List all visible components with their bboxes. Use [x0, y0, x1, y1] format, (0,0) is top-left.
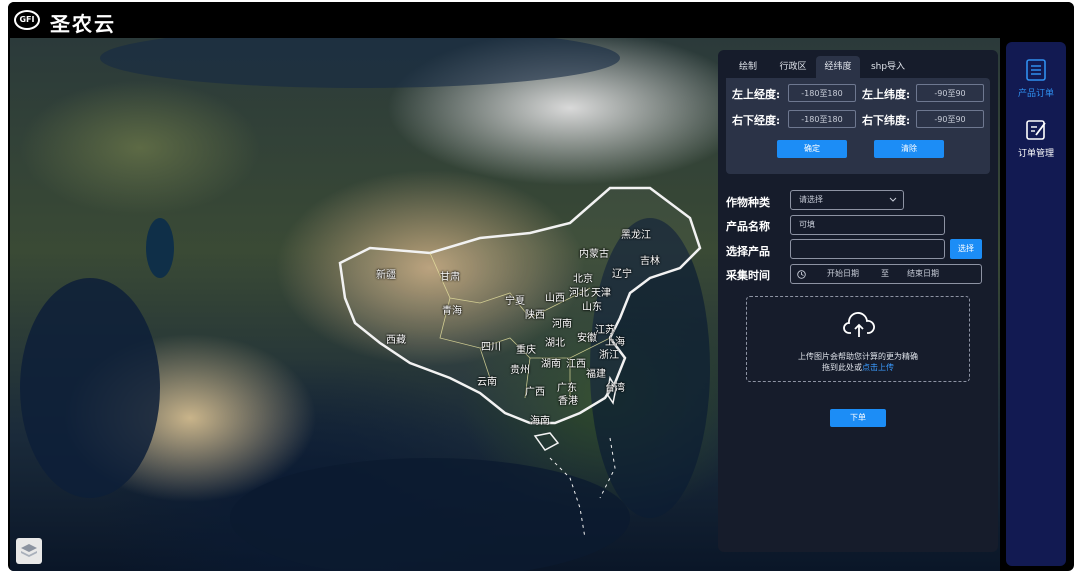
select-product-input[interactable]: [790, 239, 945, 259]
sidebar-item-order-management[interactable]: 订单管理: [1006, 118, 1066, 159]
end-date-input[interactable]: 结束日期: [907, 265, 939, 283]
tab-shp-import[interactable]: shp导入: [860, 56, 916, 78]
province-label: 天津: [591, 288, 611, 299]
brand-logo: GFI: [14, 10, 40, 30]
province-label: 福建: [586, 369, 606, 380]
bottom-right-lat-input[interactable]: -90至90: [916, 110, 984, 128]
province-label: 甘肃: [440, 272, 460, 283]
province-label: 湖南: [541, 359, 561, 370]
province-label: 山西: [545, 293, 565, 304]
start-date-input[interactable]: 开始日期: [827, 265, 859, 283]
province-label: 安徽: [577, 333, 597, 344]
province-label: 广西: [525, 387, 545, 398]
layers-button[interactable]: [16, 538, 42, 564]
province-label: 台湾: [605, 383, 625, 394]
collect-time-label: 采集时间: [726, 269, 770, 282]
province-label: 浙江: [599, 350, 619, 361]
province-label: 黑龙江: [621, 230, 651, 241]
crop-type-label: 作物种类: [726, 196, 770, 209]
document-list-icon: [1026, 59, 1046, 81]
submit-order-button[interactable]: 下单: [830, 409, 886, 427]
select-product-label: 选择产品: [726, 245, 770, 258]
province-label: 河南: [552, 319, 572, 330]
upload-dropzone[interactable]: 上传图片会帮助您计算的更为精确 拖到此处或点击上传: [746, 296, 970, 382]
edit-note-icon: [1026, 120, 1046, 140]
date-separator: 至: [881, 269, 889, 278]
satellite-map[interactable]: 黑龙江 吉林 辽宁 内蒙古 北京 河北 天津 山西 山东 新疆 甘肃 宁夏 青海…: [10, 38, 1000, 571]
date-range-picker[interactable]: 开始日期 至 结束日期: [790, 264, 982, 284]
province-label: 湖北: [545, 338, 565, 349]
bottom-right-lng-input[interactable]: -180至180: [788, 110, 856, 128]
product-name-input[interactable]: 可填: [790, 215, 945, 235]
tab-admin-region[interactable]: 行政区: [770, 56, 816, 78]
province-label: 海南: [530, 416, 550, 427]
clear-button[interactable]: 清除: [874, 140, 944, 158]
province-label: 四川: [481, 342, 501, 353]
province-label: 河北: [569, 288, 589, 299]
province-label: 新疆: [376, 270, 396, 281]
province-label: 陕西: [525, 310, 545, 321]
layers-icon: [21, 544, 37, 557]
product-name-placeholder: 可填: [799, 220, 815, 229]
confirm-button[interactable]: 确定: [777, 140, 847, 158]
tab-lnglat[interactable]: 经纬度: [816, 56, 860, 78]
crop-type-select[interactable]: 请选择: [790, 190, 904, 210]
province-label: 山东: [582, 302, 602, 313]
province-label: 西藏: [386, 335, 406, 346]
crop-type-value: 请选择: [799, 195, 823, 204]
province-label: 青海: [442, 306, 462, 317]
province-label: 宁夏: [505, 296, 525, 307]
province-label: 贵州: [510, 365, 530, 376]
upload-hint-line2: 拖到此处或点击上传: [747, 362, 969, 373]
top-left-lat-label: 左上纬度:: [862, 88, 911, 101]
tab-draw[interactable]: 绘制: [726, 56, 770, 78]
upload-hint: 上传图片会帮助您计算的更为精确: [798, 352, 918, 361]
cloud-upload-icon: [843, 312, 875, 337]
upload-hint-prefix: 拖到此处或: [822, 363, 862, 372]
right-sidebar: 产品订单 订单管理: [1006, 42, 1066, 566]
top-left-lng-input[interactable]: -180至180: [788, 84, 856, 102]
sidebar-item-label: 产品订单: [1017, 89, 1054, 99]
order-panel: 绘制 行政区 经纬度 shp导入 左上经度: -180至180 左上纬度: -9…: [718, 50, 998, 552]
clock-icon: [797, 270, 806, 279]
product-name-label: 产品名称: [726, 220, 770, 233]
province-label: 江西: [566, 359, 586, 370]
sidebar-item-product-order[interactable]: 产品订单: [1006, 58, 1066, 99]
province-label: 重庆: [516, 345, 536, 356]
province-label: 内蒙古: [579, 249, 609, 260]
province-label: 北京: [573, 274, 593, 285]
sidebar-item-label: 订单管理: [1017, 149, 1054, 159]
top-left-lat-input[interactable]: -90至90: [916, 84, 984, 102]
click-upload-link[interactable]: 点击上传: [862, 363, 894, 372]
province-label: 云南: [477, 377, 497, 388]
province-label: 香港: [558, 396, 578, 407]
top-left-lng-label: 左上经度:: [732, 88, 781, 101]
chevron-down-icon: [889, 197, 897, 202]
bottom-right-lng-label: 右下经度:: [732, 114, 781, 127]
province-label: 辽宁: [612, 269, 632, 280]
coordinate-form: 左上经度: -180至180 左上纬度: -90至90 右下经度: -180至1…: [726, 78, 990, 174]
select-product-button[interactable]: 选择: [950, 239, 982, 259]
province-label: 吉林: [640, 256, 660, 267]
bottom-right-lat-label: 右下纬度:: [862, 114, 911, 127]
app-window: GFI 圣农云 黑龙江 吉林 辽宁 内蒙古 北京 河北 天津 山西 山东 新疆 …: [8, 2, 1074, 571]
brand-name: 圣农云: [50, 12, 116, 36]
top-bar: GFI 圣农云: [8, 2, 1074, 38]
